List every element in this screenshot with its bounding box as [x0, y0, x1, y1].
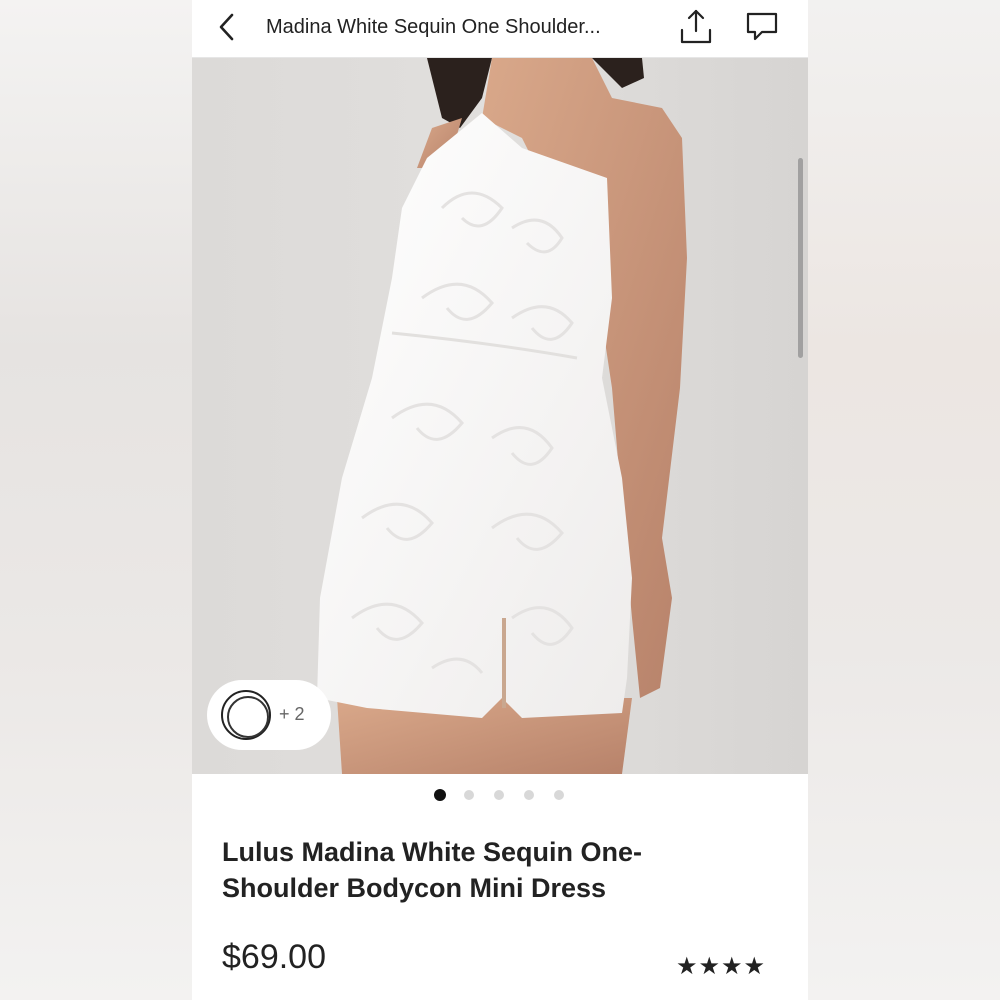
- right-backdrop: [808, 0, 1000, 1000]
- carousel-dot-1[interactable]: [434, 789, 446, 801]
- carousel-dot-2[interactable]: [464, 790, 474, 800]
- product-price: $69.00: [222, 938, 326, 976]
- page-title: Madina White Sequin One Shoulder...: [266, 16, 601, 38]
- comment-button[interactable]: [744, 10, 780, 44]
- share-icon: [680, 9, 712, 44]
- carousel-dot-5[interactable]: [554, 790, 564, 800]
- left-backdrop: [0, 0, 192, 1000]
- white-swatch[interactable]: [221, 690, 271, 740]
- chevron-left-icon: [219, 13, 234, 41]
- carousel-dots: [192, 786, 808, 806]
- carousel-dot-4[interactable]: [524, 790, 534, 800]
- back-button[interactable]: [212, 10, 244, 44]
- rating-stars[interactable]: ★★★★: [676, 952, 766, 981]
- product-image[interactable]: [192, 58, 808, 774]
- share-button[interactable]: [676, 8, 716, 46]
- phone-screen: Madina White Sequin One Shoulder... + 2 …: [192, 0, 808, 1000]
- image-scrollbar[interactable]: [798, 158, 803, 358]
- carousel-dot-3[interactable]: [494, 790, 504, 800]
- comment-icon: [746, 12, 778, 41]
- top-navigation-bar: Madina White Sequin One Shoulder...: [192, 0, 808, 58]
- dress-photo: [192, 58, 808, 774]
- color-swatch-selector[interactable]: + 2: [207, 680, 331, 750]
- more-swatches-count[interactable]: + 2: [279, 704, 305, 725]
- product-title: Lulus Madina White Sequin One-Shoulder B…: [222, 837, 643, 903]
